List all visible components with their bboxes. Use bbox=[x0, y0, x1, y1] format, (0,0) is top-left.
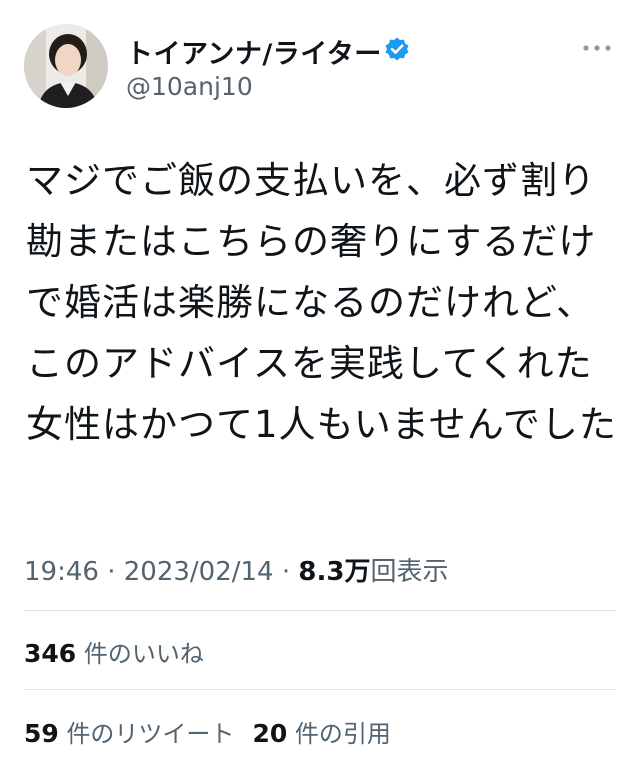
author-handle[interactable]: @10anj10 bbox=[126, 72, 253, 101]
likes-count: 346 bbox=[24, 639, 77, 668]
meta-separator: · bbox=[273, 557, 299, 587]
meta-separator: · bbox=[98, 557, 124, 587]
author-name[interactable]: トイアンナ/ライター bbox=[126, 32, 382, 71]
views-label: 回表示 bbox=[370, 557, 449, 587]
tweet-text: マジでご飯の支払いを、必ず割り勘またはこちらの奢りにするだけで婚活は楽勝になるの… bbox=[26, 159, 617, 446]
divider bbox=[24, 610, 616, 611]
tweet-date[interactable]: 2023/02/14 bbox=[124, 557, 274, 587]
retweets-label: 件のリツイート bbox=[66, 720, 235, 748]
retweets-stat[interactable]: 59 件のリツイート bbox=[24, 719, 235, 748]
likes-stat[interactable]: 346 件のいいね bbox=[24, 634, 204, 669]
quotes-stat[interactable]: 20 件の引用 bbox=[252, 719, 391, 748]
person-portrait-icon bbox=[24, 24, 108, 108]
verified-badge-icon bbox=[384, 36, 410, 62]
quotes-label: 件の引用 bbox=[294, 720, 391, 748]
retweets-quotes-stat: 59 件のリツイート 20 件の引用 bbox=[24, 714, 391, 749]
tweet-card: トイアンナ/ライター @10anj10 マジでご飯の支払いを、必ず割り勘またはこ… bbox=[0, 0, 640, 759]
likes-label: 件のいいね bbox=[83, 640, 204, 668]
avatar[interactable] bbox=[24, 24, 108, 108]
tweet-time[interactable]: 19:46 bbox=[24, 557, 99, 587]
divider bbox=[24, 689, 616, 690]
tweet-meta: 19:46 · 2023/02/14 · 8.3万回表示 bbox=[24, 551, 448, 588]
retweets-count: 59 bbox=[24, 719, 59, 748]
views-count: 8.3万 bbox=[298, 557, 371, 587]
quotes-count: 20 bbox=[252, 719, 288, 748]
more-options-icon[interactable] bbox=[580, 38, 614, 58]
